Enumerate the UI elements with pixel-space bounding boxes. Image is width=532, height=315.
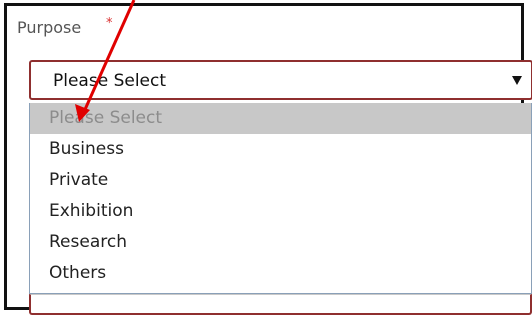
chevron-down-icon[interactable] [512, 76, 522, 85]
option-others[interactable]: Others [30, 258, 531, 289]
option-private[interactable]: Private [30, 165, 531, 196]
purpose-select[interactable]: Please Select [29, 60, 532, 100]
option-business[interactable]: Business [30, 134, 531, 165]
option-please-select[interactable]: Please Select [30, 103, 531, 134]
purpose-options-list: Please Select Business Private Exhibitio… [29, 103, 532, 294]
next-field-edge[interactable] [29, 294, 532, 315]
form-panel: Purpose * Please Select Please Select Bu… [4, 3, 532, 315]
purpose-label: Purpose [17, 18, 82, 37]
selected-value: Please Select [53, 71, 167, 91]
option-exhibition[interactable]: Exhibition [30, 196, 531, 227]
required-asterisk: * [106, 16, 113, 31]
option-research[interactable]: Research [30, 227, 531, 258]
